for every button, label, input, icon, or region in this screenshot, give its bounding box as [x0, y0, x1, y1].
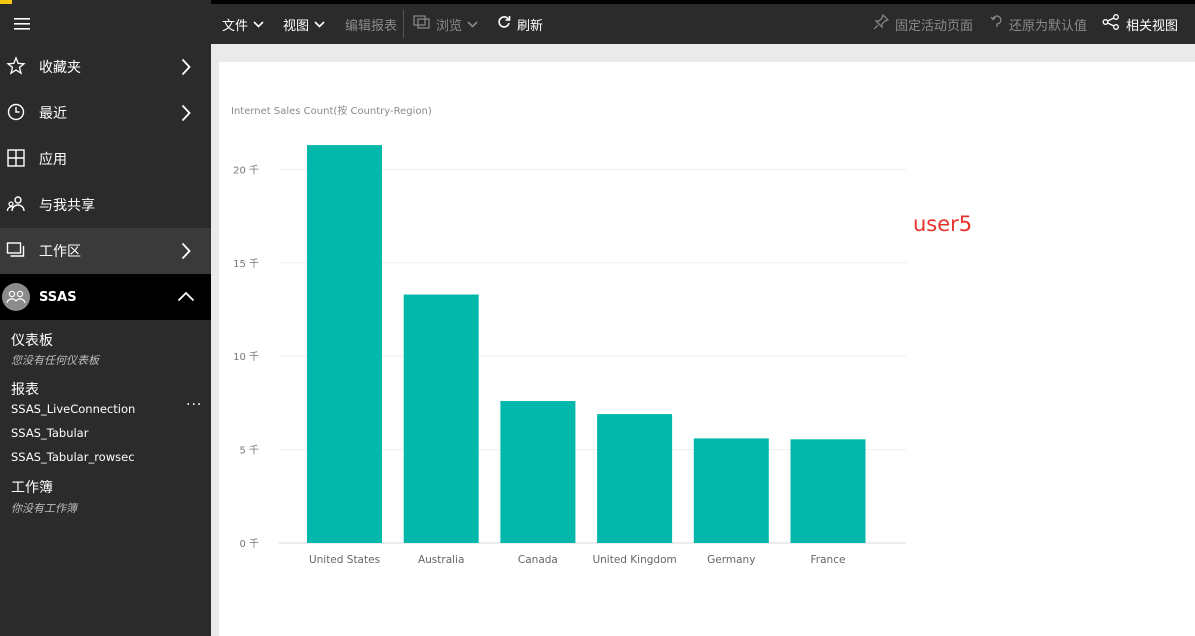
toolbar-divider: [403, 10, 404, 38]
chevron-down-icon: [314, 17, 331, 32]
bar[interactable]: [790, 439, 866, 543]
sidebar-item-workspaces[interactable]: 工作区: [0, 228, 211, 274]
apps-icon: [6, 148, 26, 168]
user-annotation: user5: [913, 212, 973, 236]
view-menu-button[interactable]: 视图: [283, 4, 331, 44]
y-tick-label: 10 千: [233, 351, 259, 363]
bar[interactable]: [500, 401, 576, 543]
bar[interactable]: [307, 145, 382, 543]
report-item[interactable]: SSAS_Tabular: [11, 426, 88, 440]
x-category-label: France: [811, 554, 846, 566]
x-category-label: Australia: [418, 554, 464, 566]
edit-report-button[interactable]: 编辑报表: [345, 4, 397, 44]
x-category-label: Canada: [518, 554, 558, 566]
y-tick-label: 20 千: [233, 164, 259, 176]
dashboards-heading: 仪表板: [11, 333, 53, 349]
chevron-down-icon: [253, 17, 270, 32]
pin-icon: [873, 13, 895, 34]
menu-toggle-button[interactable]: [0, 4, 44, 44]
shared-icon: [6, 194, 26, 214]
edit-report-label: 编辑报表: [345, 18, 398, 34]
sidebar-item-apps[interactable]: 应用: [0, 136, 211, 182]
reset-default-button[interactable]: 还原为默认值: [990, 4, 1087, 44]
sidebar-item-favorites[interactable]: 收藏夹: [0, 44, 211, 90]
reset-default-label: 还原为默认值: [1009, 18, 1088, 34]
explore-icon: [413, 15, 436, 33]
reports-heading: 报表: [11, 382, 39, 398]
related-view-button[interactable]: 相关视图: [1102, 4, 1178, 44]
pin-live-page-label: 固定活动页面: [895, 18, 974, 34]
view-menu-label: 视图: [283, 18, 310, 34]
top-bar: 文件 视图 编辑报表 浏览 刷新 固定活动页面 还原为默认值 相关视图: [0, 0, 1195, 44]
sidebar-item-label: 最近: [39, 106, 67, 122]
y-tick-label: 5 千: [239, 445, 259, 457]
group-avatar-icon: [2, 283, 30, 311]
file-menu-label: 文件: [222, 18, 249, 34]
dashboards-empty-note: 您没有任何仪表板: [11, 354, 99, 367]
sidebar-item-label: 收藏夹: [39, 60, 81, 76]
chevron-down-icon: [467, 17, 484, 32]
workspaces-icon: [6, 240, 26, 260]
workbooks-empty-note: 你没有工作簿: [11, 502, 77, 515]
undo-icon: [990, 14, 1009, 34]
refresh-icon: [497, 15, 517, 33]
workbooks-heading: 工作簿: [11, 480, 53, 496]
explore-label: 浏览: [436, 18, 463, 34]
explore-menu-button[interactable]: 浏览: [413, 4, 484, 44]
report-item[interactable]: SSAS_LiveConnection: [11, 402, 135, 416]
hamburger-icon: [14, 15, 30, 34]
related-view-label: 相关视图: [1126, 18, 1179, 34]
file-menu-button[interactable]: 文件: [222, 4, 270, 44]
sidebar-item-label: 工作区: [39, 244, 81, 260]
report-item[interactable]: SSAS_Tabular_rowsec: [11, 450, 135, 464]
chevron-up-icon: [177, 290, 195, 306]
bar[interactable]: [403, 294, 479, 543]
share-nodes-icon: [1102, 14, 1126, 34]
sidebar-item-shared-with-me[interactable]: 与我共享: [0, 182, 211, 228]
chevron-right-icon: [181, 242, 191, 264]
refresh-label: 刷新: [517, 18, 544, 34]
y-tick-label: 0 千: [239, 538, 259, 550]
pin-live-page-button[interactable]: 固定活动页面: [873, 4, 973, 44]
chevron-right-icon: [181, 104, 191, 126]
bar-chart[interactable]: 0 千 5 千 10 千 15 千 20 千 United States Australia…: [219, 62, 1195, 636]
workspace-name: SSAS: [39, 289, 77, 305]
y-tick-label: 15 千: [233, 258, 259, 270]
sidebar-item-label: 与我共享: [39, 198, 95, 214]
bar[interactable]: [693, 438, 769, 543]
more-options-icon[interactable]: ···: [186, 397, 202, 413]
chevron-right-icon: [181, 58, 191, 80]
x-category-label: Germany: [707, 554, 755, 566]
sidebar: 收藏夹 最近 应用 与我共享 工作区 SSAS 仪表板 您没有任何仪表板 报表 …: [0, 44, 211, 636]
sidebar-item-label: 应用: [39, 152, 67, 168]
x-category-label: United States: [309, 554, 380, 566]
bar[interactable]: [597, 414, 673, 543]
report-canvas: Internet Sales Count(按 Country-Region) 0…: [219, 62, 1195, 636]
clock-icon: [6, 102, 26, 122]
star-icon: [6, 56, 26, 76]
sidebar-item-recent[interactable]: 最近: [0, 90, 211, 136]
sidebar-workspace-ssas[interactable]: SSAS: [0, 274, 211, 320]
refresh-button[interactable]: 刷新: [497, 4, 543, 44]
x-category-label: United Kingdom: [592, 554, 676, 566]
